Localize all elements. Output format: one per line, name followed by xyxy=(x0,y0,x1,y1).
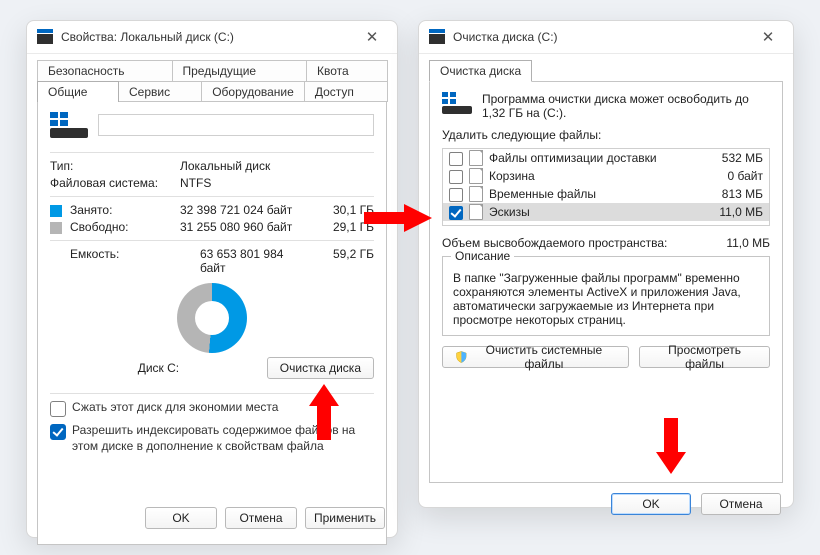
used-label: Занято: xyxy=(70,203,112,217)
cleanup-summary-text: Программа очистки диска может освободить… xyxy=(482,92,770,120)
total-value: 11,0 МБ xyxy=(700,236,770,250)
window-title: Свойства: Локальный диск (C:) xyxy=(61,30,234,44)
cancel-button[interactable]: Отмена xyxy=(225,507,297,529)
index-label: Разрешить индексировать содержимое файло… xyxy=(72,423,374,454)
general-panel: Тип:Локальный диск Файловая система:NTFS… xyxy=(37,101,387,545)
titlebar: Свойства: Локальный диск (C:) ✕ xyxy=(27,21,397,54)
file-icon xyxy=(469,150,483,166)
file-item-checkbox[interactable] xyxy=(449,188,463,202)
delete-files-label: Удалить следующие файлы: xyxy=(442,128,770,142)
file-item-size: 0 байт xyxy=(703,169,763,183)
usage-donut-chart xyxy=(177,283,247,353)
shield-icon xyxy=(455,350,468,364)
used-gb: 30,1 ГБ xyxy=(309,203,374,217)
description-group: Описание В папке "Загруженные файлы прог… xyxy=(442,256,770,336)
file-item-name: Временные файлы xyxy=(489,187,703,201)
file-item-size: 532 МБ xyxy=(703,151,763,165)
drive-large-icon xyxy=(50,112,88,138)
compress-label: Сжать этот диск для экономии места xyxy=(72,400,278,414)
free-bytes: 31 255 080 960 байт xyxy=(180,220,309,234)
clean-system-files-label: Очистить системные файлы xyxy=(472,343,616,371)
tab-sharing[interactable]: Доступ xyxy=(304,81,388,102)
type-label: Тип: xyxy=(50,159,180,173)
tabs: Безопасность Предыдущие версии Квота Общ… xyxy=(37,60,387,102)
properties-dialog: Свойства: Локальный диск (C:) ✕ Безопасн… xyxy=(26,20,398,538)
description-title: Описание xyxy=(451,249,514,263)
free-label: Свободно: xyxy=(70,220,129,234)
close-icon[interactable]: ✕ xyxy=(751,28,785,46)
file-item-name: Файлы оптимизации доставки xyxy=(489,151,703,165)
drive-icon xyxy=(429,29,445,45)
capacity-gb: 59,2 ГБ xyxy=(309,247,374,275)
free-gb: 29,1 ГБ xyxy=(309,220,374,234)
ok-button[interactable]: OK xyxy=(611,493,691,515)
volume-name-input[interactable] xyxy=(98,114,374,136)
file-list-item[interactable]: Корзина0 байт xyxy=(443,167,769,185)
file-item-size: 11,0 МБ xyxy=(703,205,763,219)
file-list-item[interactable]: Временные файлы813 МБ xyxy=(443,185,769,203)
tab-cleanup[interactable]: Очистка диска xyxy=(429,60,532,82)
clean-system-files-button[interactable]: Очистить системные файлы xyxy=(442,346,629,368)
tab-general[interactable]: Общие xyxy=(37,81,119,102)
fs-label: Файловая система: xyxy=(50,176,180,190)
file-list-item[interactable]: Файлы оптимизации доставки532 МБ xyxy=(443,149,769,167)
view-files-button[interactable]: Просмотреть файлы xyxy=(639,346,770,368)
used-bytes: 32 398 721 024 байт xyxy=(180,203,309,217)
cleanup-dialog: Очистка диска (C:) ✕ Очистка диска Прогр… xyxy=(418,20,794,508)
cancel-button[interactable]: Отмена xyxy=(701,493,781,515)
disk-cleanup-button[interactable]: Очистка диска xyxy=(267,357,374,379)
cleanup-panel: Программа очистки диска может освободить… xyxy=(429,81,783,483)
file-icon xyxy=(469,168,483,184)
tab-previous-versions[interactable]: Предыдущие версии xyxy=(172,60,308,81)
disk-label: Диск C: xyxy=(50,361,267,375)
capacity-bytes: 63 653 801 984 байт xyxy=(200,247,309,275)
used-swatch xyxy=(50,205,62,217)
file-item-name: Эскизы xyxy=(489,205,703,219)
tab-service[interactable]: Сервис xyxy=(118,81,202,102)
window-title: Очистка диска (C:) xyxy=(453,30,558,44)
fs-value: NTFS xyxy=(180,176,374,190)
apply-button[interactable]: Применить xyxy=(305,507,385,529)
file-icon xyxy=(469,204,483,220)
tab-security[interactable]: Безопасность xyxy=(37,60,173,81)
file-icon xyxy=(469,186,483,202)
file-item-name: Корзина xyxy=(489,169,703,183)
type-value: Локальный диск xyxy=(180,159,374,173)
tab-quota[interactable]: Квота xyxy=(306,60,388,81)
file-item-size: 813 МБ xyxy=(703,187,763,201)
file-list-item[interactable]: Эскизы11,0 МБ xyxy=(443,203,769,221)
index-checkbox[interactable] xyxy=(50,424,66,440)
file-item-checkbox[interactable] xyxy=(449,206,463,220)
total-label: Объем высвобождаемого пространства: xyxy=(442,236,700,250)
free-swatch xyxy=(50,222,62,234)
close-icon[interactable]: ✕ xyxy=(355,28,389,46)
capacity-label: Емкость: xyxy=(50,247,200,275)
description-text: В папке "Загруженные файлы программ" вре… xyxy=(453,271,759,327)
drive-icon xyxy=(37,29,53,45)
file-list[interactable]: Файлы оптимизации доставки532 МБКорзина0… xyxy=(442,148,770,226)
compress-checkbox[interactable] xyxy=(50,401,66,417)
file-item-checkbox[interactable] xyxy=(449,152,463,166)
tab-hardware[interactable]: Оборудование xyxy=(201,81,305,102)
drive-small-icon xyxy=(442,92,472,114)
ok-button[interactable]: OK xyxy=(145,507,217,529)
file-item-checkbox[interactable] xyxy=(449,170,463,184)
titlebar: Очистка диска (C:) ✕ xyxy=(419,21,793,54)
